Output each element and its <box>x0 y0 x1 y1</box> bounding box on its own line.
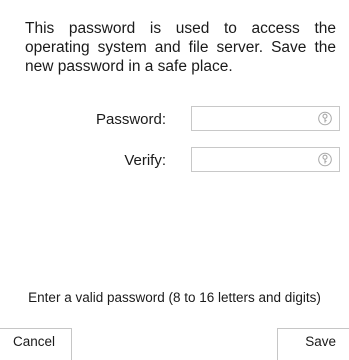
password-hint: Enter a valid password (8 to 16 letters … <box>28 290 321 305</box>
password-row: Password: <box>0 106 349 133</box>
key-icon[interactable] <box>318 152 332 167</box>
description-text: This password is used to access the oper… <box>25 20 336 75</box>
cancel-button[interactable]: Cancel <box>0 328 72 360</box>
verify-input[interactable] <box>192 148 324 171</box>
password-field-box[interactable] <box>191 106 340 131</box>
cancel-button-label: Cancel <box>13 334 56 349</box>
key-icon[interactable] <box>318 111 332 126</box>
password-input[interactable] <box>192 107 324 130</box>
verify-field-box[interactable] <box>191 147 340 172</box>
verify-row: Verify: <box>0 147 349 174</box>
verify-label: Verify: <box>124 152 166 169</box>
save-button-label: Save <box>305 334 336 349</box>
save-button[interactable]: Save <box>277 328 349 360</box>
password-label: Password: <box>95 111 166 128</box>
